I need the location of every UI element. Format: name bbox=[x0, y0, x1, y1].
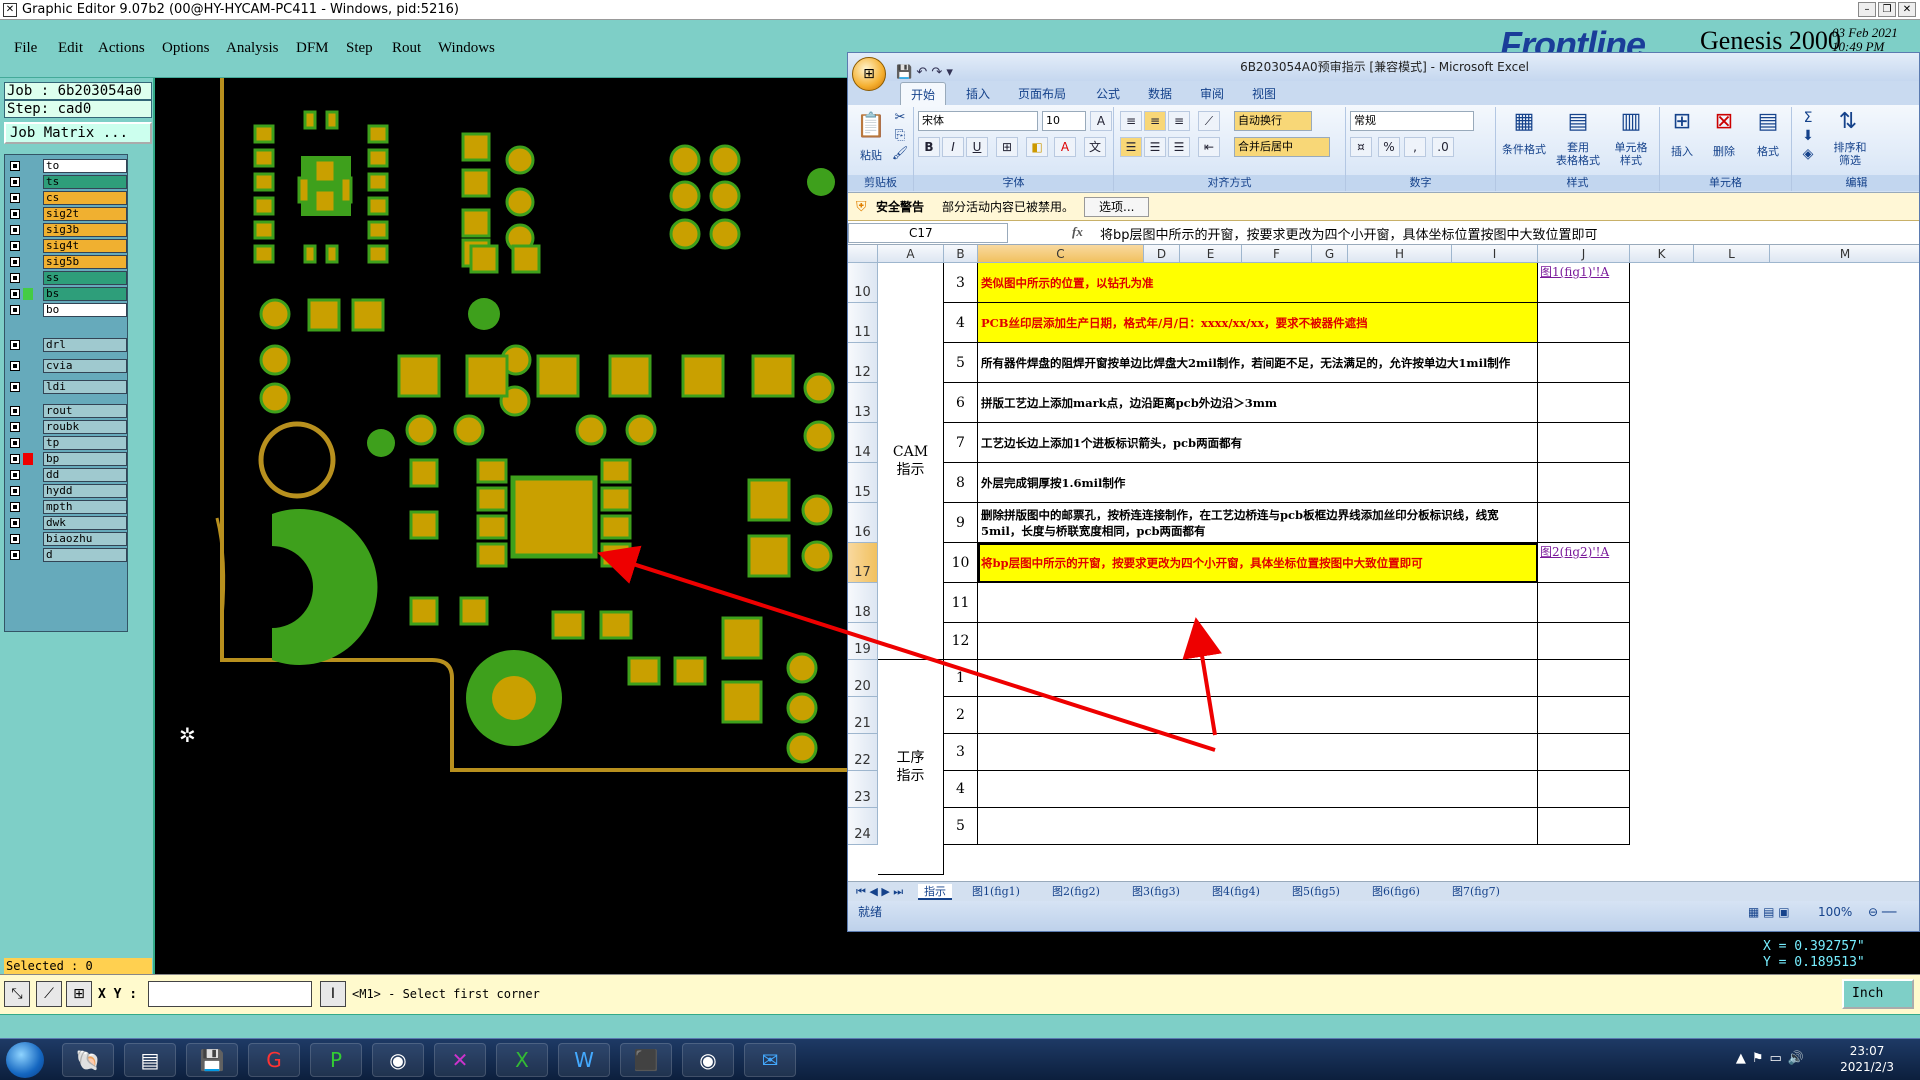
annotation-arrows bbox=[597, 545, 1222, 752]
taskbar-mail-icon[interactable]: ✉ bbox=[744, 1043, 796, 1077]
taskbar-genesis-icon[interactable]: ◉ bbox=[682, 1043, 734, 1077]
taskbar-p-icon[interactable]: P bbox=[310, 1043, 362, 1077]
taskbar-pdf-icon[interactable]: ⬛ bbox=[620, 1043, 672, 1077]
arrow-to-row bbox=[1182, 617, 1222, 736]
taskbar-shell-icon[interactable]: 🐚 bbox=[62, 1043, 114, 1077]
system-tray[interactable]: ▲⚑▭🔊 bbox=[1736, 1051, 1810, 1066]
office-button[interactable]: ⊞ bbox=[852, 57, 886, 91]
start-button[interactable] bbox=[6, 1042, 44, 1078]
taskbar-save-icon[interactable]: 💾 bbox=[186, 1043, 238, 1077]
arrow-to-pad bbox=[597, 545, 1216, 752]
taskbar-excel-icon[interactable]: X bbox=[496, 1043, 548, 1077]
taskbar-word-icon[interactable]: W bbox=[558, 1043, 610, 1077]
taskbar-x-icon[interactable]: ✕ bbox=[434, 1043, 486, 1077]
clock-date: 2021/2/3 bbox=[1840, 1060, 1894, 1074]
taskbar-eye-icon[interactable]: ◉ bbox=[372, 1043, 424, 1077]
windows-taskbar: 🐚 ▤ 💾 G P ◉ ✕ X W ⬛ ◉ ✉ ▲⚑▭🔊 23:07 2021/… bbox=[0, 1038, 1920, 1080]
taskbar-clock[interactable]: 23:07 2021/2/3 bbox=[1840, 1043, 1894, 1075]
clock-time: 23:07 bbox=[1849, 1044, 1885, 1058]
taskbar-g-icon[interactable]: G bbox=[248, 1043, 300, 1077]
taskbar-notepad-icon[interactable]: ▤ bbox=[124, 1043, 176, 1077]
